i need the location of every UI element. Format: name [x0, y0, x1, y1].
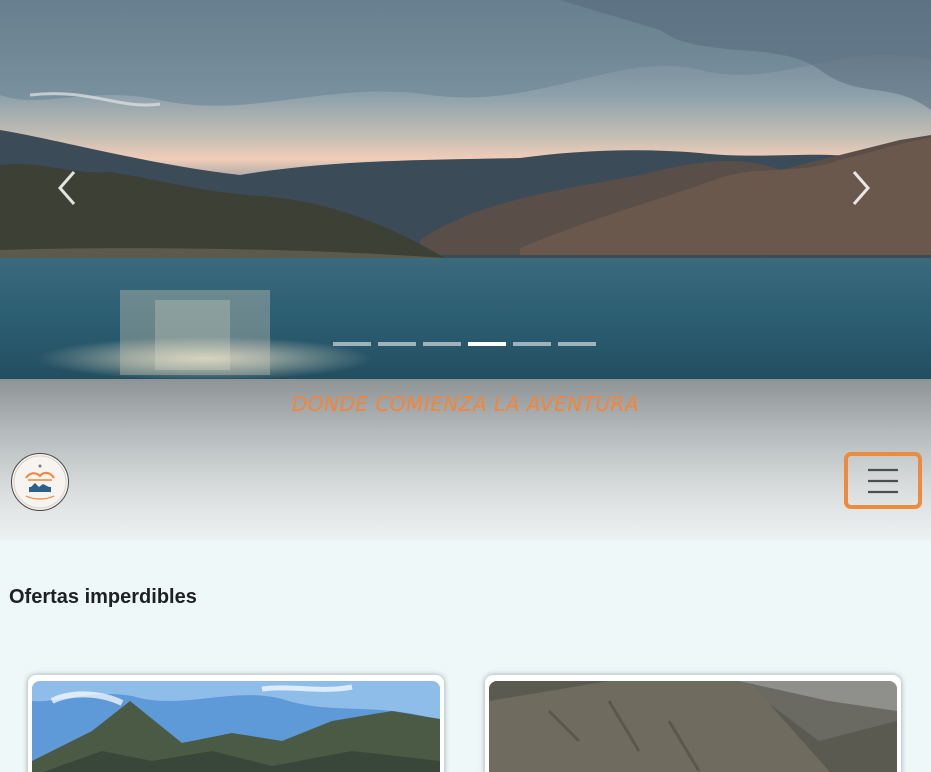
carousel-indicator-1[interactable]: [333, 342, 371, 346]
chevron-right-icon: [852, 171, 870, 205]
carousel-indicator-6[interactable]: [558, 342, 596, 346]
offer-card-image: [489, 681, 897, 772]
carousel-indicator-5[interactable]: [513, 342, 551, 346]
brand-logo[interactable]: [11, 453, 69, 511]
chevron-left-icon: [58, 171, 76, 205]
offer-card[interactable]: [28, 675, 444, 772]
hero-carousel: [0, 0, 931, 379]
offer-card-image: [32, 681, 440, 772]
brand-logo-icon: [13, 455, 67, 509]
carousel-next-button[interactable]: [842, 166, 882, 210]
offer-card[interactable]: [485, 675, 901, 772]
navbar-toggler-button[interactable]: [844, 452, 922, 509]
carousel-indicator-2[interactable]: [378, 342, 416, 346]
carousel-prev-button[interactable]: [46, 166, 86, 210]
carousel-slide-image: [0, 0, 931, 379]
tagline: DONDE COMIENZA LA AVENTURA: [291, 392, 640, 416]
page: DONDE COMIENZA LA AVENTURA Ofertas imper…: [0, 0, 931, 772]
carousel-indicator-4[interactable]: [468, 342, 506, 346]
offers-section-title: Ofertas imperdibles: [9, 586, 197, 608]
carousel-indicator-3[interactable]: [423, 342, 461, 346]
hamburger-menu-icon: [868, 468, 898, 493]
carousel-indicators: [333, 342, 596, 346]
